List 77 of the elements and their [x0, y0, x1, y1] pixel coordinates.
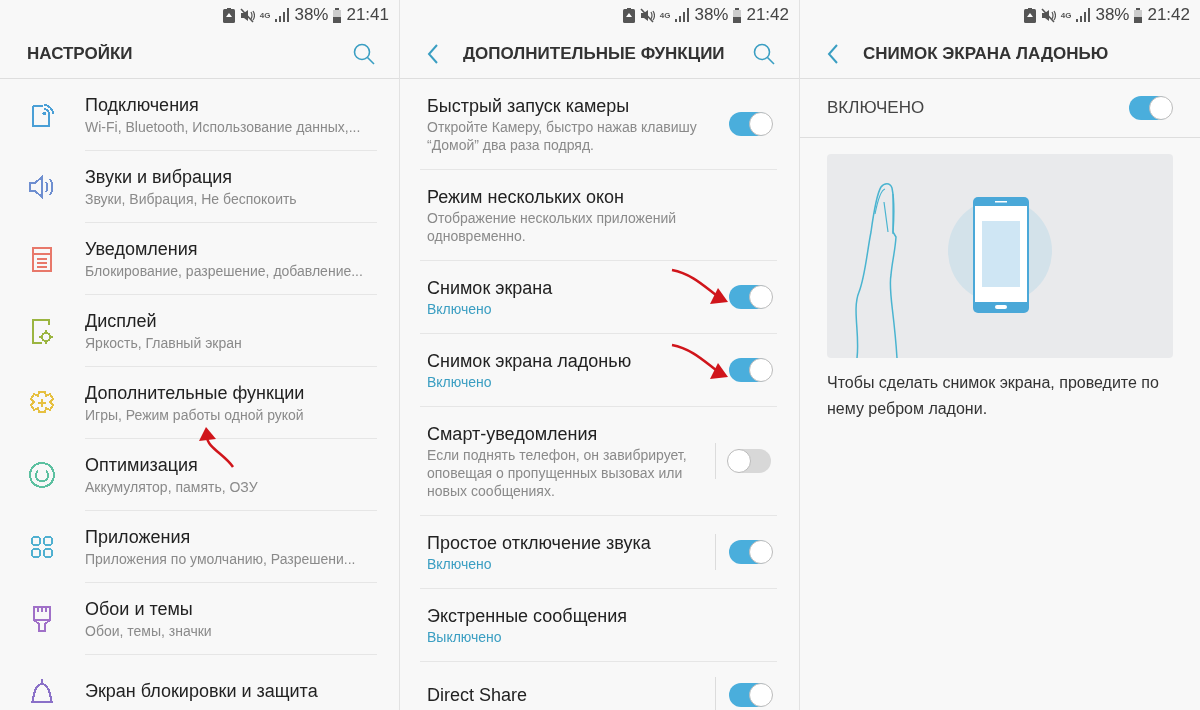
signal-icon	[275, 8, 290, 22]
screen-title: СНИМОК ЭКРАНА ЛАДОНЬЮ	[863, 44, 1110, 64]
battery-percent: 38%	[694, 5, 729, 25]
toggle-switch[interactable]	[729, 285, 771, 309]
feature-title[interactable]: Снимок экрана	[427, 276, 715, 300]
menu-item-title[interactable]: Уведомления	[85, 236, 377, 261]
feature-title[interactable]: Экстренные сообщения	[427, 604, 715, 628]
feature-title[interactable]: Direct Share	[427, 683, 715, 707]
menu-item-summary: Аккумулятор, память, ОЗУ	[85, 477, 259, 497]
mute-vibrate-icon	[639, 7, 655, 23]
menu-item-summary: Wi-Fi, Bluetooth, Использование данных,...	[85, 117, 362, 137]
feature-description: Если поднять телефон, он завибрирует, оповещая о пропущенных вызовах или новых сообщениях.	[427, 446, 688, 500]
signal-icon	[1076, 8, 1091, 22]
toggle-switch[interactable]	[1129, 96, 1171, 120]
feature-row[interactable]: Снимок экрана Включено	[420, 261, 777, 334]
feature-status: Включено	[427, 300, 493, 318]
network-type: 4G	[259, 10, 271, 20]
menu-item-summary: Приложения по умолчанию, Разрешени...	[85, 549, 357, 569]
menu-item-summary: Блокирование, разрешение, добавление...	[85, 261, 364, 281]
feature-row[interactable]: Экстренные сообщения Выключено	[420, 589, 777, 662]
feature-title[interactable]: Снимок экрана ладонью	[427, 349, 715, 373]
feature-row[interactable]: Снимок экрана ладонью Включено	[420, 334, 777, 407]
feature-status: Выключено	[427, 628, 503, 646]
feature-status: Включено	[427, 373, 493, 391]
search-icon[interactable]	[753, 43, 775, 65]
toggle-switch[interactable]	[729, 683, 771, 707]
feature-row[interactable]: Смарт-уведомления Если поднять телефон, он завибрирует, оповещая о пропущенных вызовах или новых сообщениях.	[420, 407, 777, 516]
status-time: 21:42	[746, 5, 789, 25]
instruction-text: Чтобы сделать снимок экрана, проведите по нему ребром ладони.	[826, 373, 1160, 419]
feature-row[interactable]: Быстрый запуск камеры Откройте Камеру, быстро нажав клавишу “Домой” два раза подряд.	[420, 79, 777, 170]
toggle-switch[interactable]	[729, 112, 771, 136]
battery-percent: 38%	[1095, 5, 1130, 25]
status-time: 21:42	[1147, 5, 1190, 25]
menu-item-title[interactable]: Обои и темы	[85, 596, 377, 621]
battery-icon	[333, 7, 342, 23]
feature-row[interactable]: Простое отключение звука Включено	[420, 516, 777, 589]
battery-saver-icon	[1023, 7, 1036, 23]
status-time: 21:41	[346, 5, 389, 25]
menu-item-title[interactable]: Звуки и вибрация	[85, 164, 377, 189]
feature-row[interactable]: Режим нескольких окон Отображение нескольких приложений одновременно.	[420, 170, 777, 261]
network-type: 4G	[1060, 10, 1072, 20]
battery-icon	[1134, 7, 1143, 23]
menu-item-title[interactable]: Экран блокировки и защита	[85, 678, 377, 703]
feature-description: Откройте Камеру, быстро нажав клавишу “Домой” два раза подряд.	[427, 118, 698, 154]
screen-title: ДОПОЛНИТЕЛЬНЫЕ ФУНКЦИИ	[463, 44, 726, 64]
menu-item-summary: Игры, Режим работы одной рукой	[85, 405, 305, 425]
menu-item-title[interactable]: Приложения	[85, 524, 377, 549]
menu-item-summary: Яркость, Главный экран	[85, 333, 243, 353]
menu-item-title[interactable]: Оптимизация	[85, 452, 377, 477]
signal-icon	[675, 8, 690, 22]
toggle-switch[interactable]	[729, 358, 771, 382]
menu-item-summary: Обои, темы, значки	[85, 621, 213, 641]
feature-status: Включено	[427, 555, 493, 573]
battery-saver-icon	[622, 7, 635, 23]
search-icon[interactable]	[353, 43, 375, 65]
toggle-switch[interactable]	[729, 449, 771, 473]
back-icon[interactable]	[827, 44, 839, 64]
screen-title: НАСТРОЙКИ	[27, 44, 134, 64]
feature-row[interactable]: Direct Share	[420, 662, 777, 710]
network-type: 4G	[659, 10, 671, 20]
menu-item-title[interactable]: Дисплей	[85, 308, 377, 333]
feature-title[interactable]: Быстрый запуск камеры	[427, 94, 715, 118]
toggle-switch[interactable]	[729, 540, 771, 564]
mute-vibrate-icon	[239, 7, 255, 23]
back-icon[interactable]	[427, 44, 439, 64]
battery-saver-icon	[222, 7, 235, 23]
mute-vibrate-icon	[1040, 7, 1056, 23]
feature-title[interactable]: Простое отключение звука	[427, 531, 715, 555]
feature-description: Отображение нескольких приложений одновременно.	[427, 209, 678, 245]
switch-label: ВКЛЮЧЕНО	[827, 98, 926, 118]
menu-item-summary: Звуки, Вибрация, Не беспокоить	[85, 189, 298, 209]
feature-title[interactable]: Смарт-уведомления	[427, 422, 715, 446]
feature-title[interactable]: Режим нескольких окон	[427, 185, 715, 209]
menu-item-title[interactable]: Дополнительные функции	[85, 380, 377, 405]
battery-icon	[733, 7, 742, 23]
menu-item-title[interactable]: Подключения	[85, 92, 377, 117]
battery-percent: 38%	[294, 5, 329, 25]
